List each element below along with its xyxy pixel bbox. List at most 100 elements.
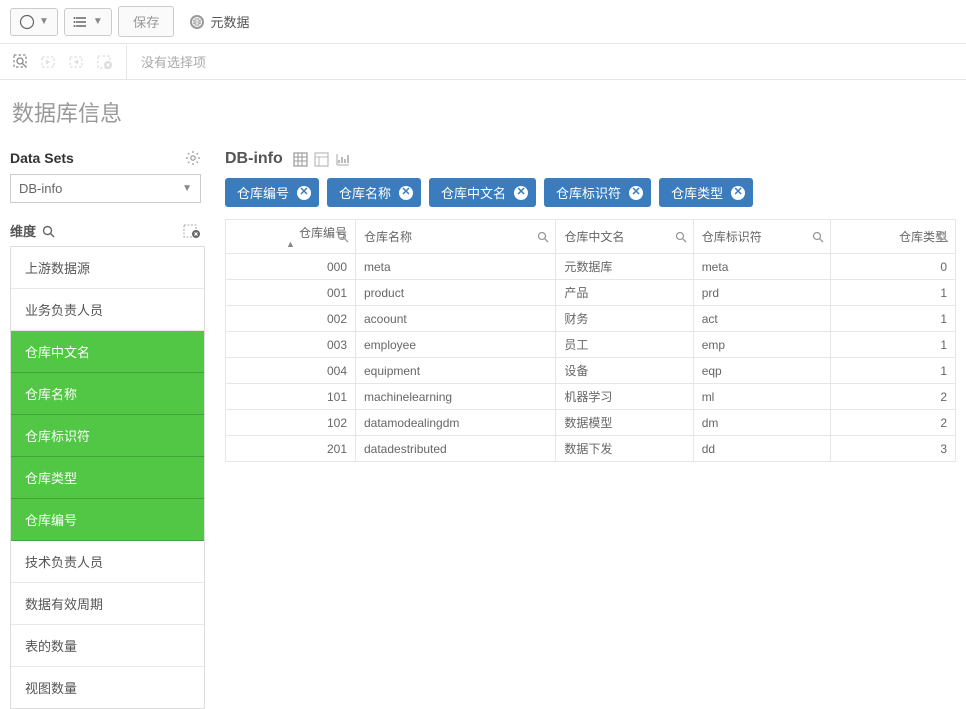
table-cell: 101	[226, 384, 356, 410]
step-back-icon	[40, 53, 58, 71]
chart-view-icon[interactable]	[335, 152, 350, 167]
column-header[interactable]: 仓库中文名	[556, 220, 693, 254]
column-header[interactable]: 仓库类型	[831, 220, 956, 254]
data-table: 仓库编号▲仓库名称仓库中文名仓库标识符仓库类型 000meta元数据库meta0…	[225, 219, 956, 462]
table-cell: 设备	[556, 358, 693, 384]
table-cell: 1	[831, 332, 956, 358]
filter-pill[interactable]: 仓库名称 ✕	[327, 178, 421, 207]
pill-label: 仓库名称	[339, 183, 391, 202]
sidebar: Data Sets DB-info ▼ 维度 上游数据源业务负责人员仓库中文名仓…	[0, 146, 205, 709]
dimension-item[interactable]: 仓库标识符	[11, 415, 204, 457]
table-cell: 1	[831, 358, 956, 384]
table-cell: 2	[831, 410, 956, 436]
search-icon[interactable]	[812, 231, 824, 243]
dimension-item[interactable]: 仓库名称	[11, 373, 204, 415]
search-icon[interactable]	[537, 231, 549, 243]
clear-filter-icon[interactable]	[183, 224, 201, 238]
search-icon[interactable]	[42, 225, 55, 238]
table-row[interactable]: 201datadestributed数据下发dd3	[226, 436, 956, 462]
table-view-icon[interactable]	[293, 152, 308, 167]
save-button[interactable]: 保存	[118, 6, 175, 37]
filter-pill[interactable]: 仓库标识符✕	[544, 178, 651, 207]
chevron-down-icon: ▼	[93, 16, 103, 27]
explore-dropdown[interactable]: ▼	[10, 8, 58, 36]
column-header[interactable]: 仓库名称	[356, 220, 556, 254]
dimension-item[interactable]: 仓库编号	[11, 499, 204, 541]
close-icon[interactable]: ✕	[297, 186, 311, 200]
filter-pills: 仓库编号✕仓库名称✕仓库中文名✕仓库标识符✕仓库类型✕	[225, 178, 956, 207]
table-row[interactable]: 001product产品prd1	[226, 280, 956, 306]
globe-icon	[190, 15, 204, 29]
table-cell: 1	[831, 280, 956, 306]
filter-pill[interactable]: 仓库编号✕	[225, 178, 319, 207]
table-row[interactable]: 004equipment设备eqp1	[226, 358, 956, 384]
table-cell: 004	[226, 358, 356, 384]
selection-icons	[0, 45, 127, 79]
table-cell: meta	[693, 254, 830, 280]
dataset-select[interactable]: DB-info ▼	[10, 174, 201, 203]
pivot-view-icon[interactable]	[314, 152, 329, 167]
close-icon[interactable]: ✕	[399, 186, 413, 200]
table-cell: equipment	[356, 358, 556, 384]
gear-icon[interactable]	[185, 150, 201, 166]
close-icon[interactable]: ✕	[731, 186, 745, 200]
dimension-item[interactable]: 仓库中文名	[11, 331, 204, 373]
table-cell: 102	[226, 410, 356, 436]
dimension-item[interactable]: 视图数量	[11, 667, 204, 708]
dimension-list: 上游数据源业务负责人员仓库中文名仓库名称仓库标识符仓库类型仓库编号技术负责人员数…	[10, 246, 205, 709]
pill-label: 仓库中文名	[441, 183, 506, 202]
table-row[interactable]: 102datamodealingdm数据模型dm2	[226, 410, 956, 436]
pill-label: 仓库类型	[671, 183, 723, 202]
table-cell: 3	[831, 436, 956, 462]
table-cell: 数据下发	[556, 436, 693, 462]
dimension-item[interactable]: 仓库类型	[11, 457, 204, 499]
metadata-label: 元数据	[190, 12, 249, 31]
compass-icon	[19, 14, 35, 30]
dimension-item[interactable]: 表的数量	[11, 625, 204, 667]
list-dropdown[interactable]: ▼	[64, 8, 112, 36]
search-icon[interactable]	[937, 231, 949, 243]
chevron-down-icon: ▼	[39, 16, 49, 27]
search-icon[interactable]	[337, 231, 349, 243]
dimension-item[interactable]: 上游数据源	[11, 247, 204, 289]
table-row[interactable]: 000meta元数据库meta0	[226, 254, 956, 280]
selection-bar: 没有选择项	[0, 44, 966, 80]
top-toolbar: ▼ ▼ 保存 元数据	[0, 0, 966, 44]
table-row[interactable]: 101machinelearning机器学习ml2	[226, 384, 956, 410]
clear-selection-icon	[96, 53, 114, 71]
dimension-item[interactable]: 数据有效周期	[11, 583, 204, 625]
dimensions-label: 维度	[10, 221, 55, 240]
column-header[interactable]: 仓库标识符	[693, 220, 830, 254]
dimension-item[interactable]: 业务负责人员	[11, 289, 204, 331]
filter-pill[interactable]: 仓库中文名 ✕	[429, 178, 536, 207]
close-icon[interactable]: ✕	[514, 186, 528, 200]
sort-ascending-icon: ▲	[234, 240, 347, 249]
table-cell: product	[356, 280, 556, 306]
table-cell: 1	[831, 306, 956, 332]
metadata-text: 元数据	[210, 12, 249, 31]
close-icon[interactable]: ✕	[629, 186, 643, 200]
table-cell: 003	[226, 332, 356, 358]
table-row[interactable]: 002acoount财务act1	[226, 306, 956, 332]
table-cell: 元数据库	[556, 254, 693, 280]
table-cell: 2	[831, 384, 956, 410]
table-cell: 数据模型	[556, 410, 693, 436]
list-icon	[73, 14, 89, 30]
table-cell: 员工	[556, 332, 693, 358]
no-selection-text: 没有选择项	[127, 44, 220, 79]
filter-pill[interactable]: 仓库类型 ✕	[659, 178, 753, 207]
table-cell: eqp	[693, 358, 830, 384]
dataset-title: DB-info	[225, 150, 283, 168]
column-label: 仓库名称	[364, 230, 412, 244]
column-label: 仓库标识符	[702, 230, 762, 244]
search-icon[interactable]	[675, 231, 687, 243]
main-content: DB-info 仓库编号✕仓库名称✕仓库中文名✕仓库标识符✕仓库类型✕ 仓库编号…	[205, 146, 966, 709]
step-forward-icon	[68, 53, 86, 71]
table-cell: dd	[693, 436, 830, 462]
column-header[interactable]: 仓库编号▲	[226, 220, 356, 254]
table-cell: 000	[226, 254, 356, 280]
table-cell: ml	[693, 384, 830, 410]
dimension-item[interactable]: 技术负责人员	[11, 541, 204, 583]
smart-search-icon[interactable]	[12, 53, 30, 71]
table-row[interactable]: 003employee员工emp1	[226, 332, 956, 358]
